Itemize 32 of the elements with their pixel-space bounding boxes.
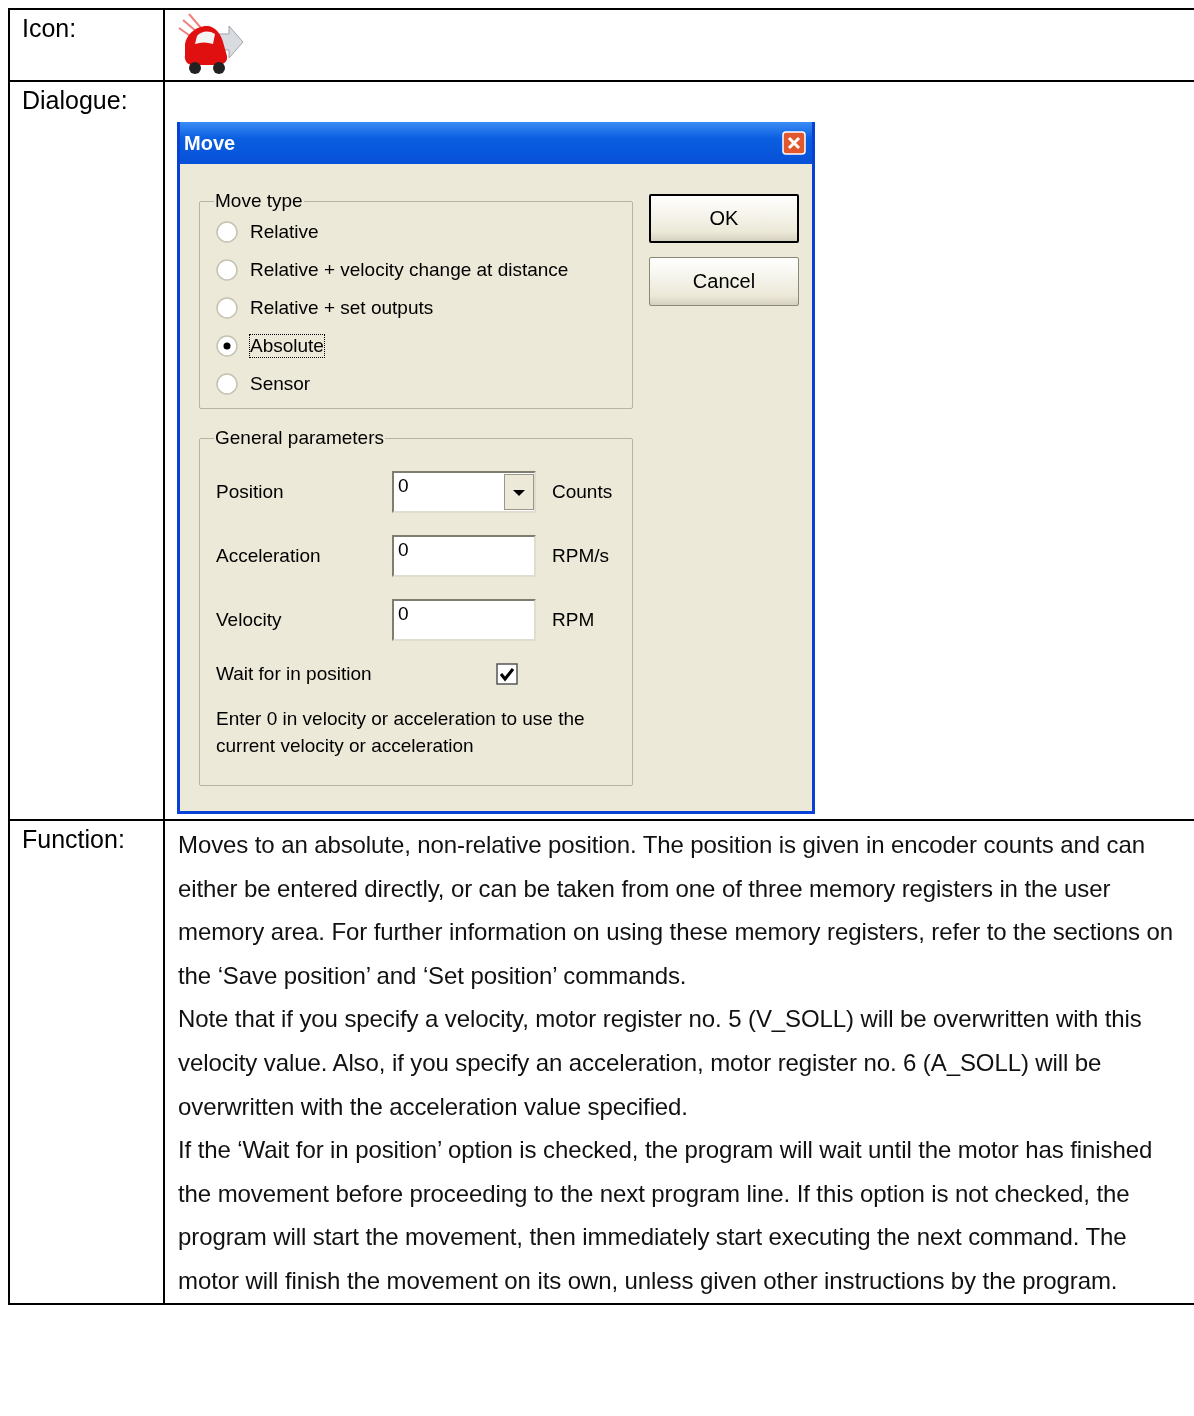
radio-button[interactable] [216,297,238,319]
radio-label[interactable]: Relative [250,221,319,243]
group-title: General parameters [214,427,385,449]
checkbox-label: Wait for in position [216,663,373,685]
window-title: Move [184,131,236,155]
radio-button[interactable] [216,259,238,281]
group-title: Move type [214,190,304,212]
dialog-button[interactable]: OK [649,194,799,243]
checkbox[interactable] [496,663,518,685]
field-label: Acceleration [216,545,322,567]
radio-button[interactable] [216,373,238,395]
radio-label[interactable]: Absolute [250,335,324,357]
field-label: Position [216,481,285,503]
unit-label: Counts [552,481,614,503]
radio-button[interactable] [216,221,238,243]
input-field[interactable]: 0 [392,599,536,641]
dialog-button[interactable]: Cancel [649,257,799,306]
function-description: Moves to an absolute, non-relative position. The position is given in encoder counts and can either be entered directly, or can be taken from one of three memory registers in the user memory area. For further information on using these memory registers, refer to the sections on the ‘Save position’ and ‘Set position’ commands. Note that if you specify a velocity, motor register no. 5 (V_SOLL) will be overwritten with this velocity value. Also, if you specify an acceleration, motor register no. 6 (A_SOLL) will be overwritten with the acceleration value specified. If the ‘Wait for in position’ option is checked, the program will wait until the motor has finished the movement before proceeding to the next program line. If this option is not checked, the program will start the movement, then immediately start executing the next command. The motor will finish the movement on its own, unless given other instructions by the program. [177,830,1175,1296]
radio-label[interactable]: Relative + set outputs [250,297,434,319]
hint-text: Enter 0 in velocity or acceleration to use the current velocity or acceleration [216,707,586,758]
unit-label: RPM/s [552,545,610,567]
input-field[interactable]: 0 [392,535,536,577]
unit-label: RPM [552,609,596,631]
row-label: Function: [22,825,125,853]
close-icon[interactable] [782,131,806,155]
row-label: Icon: [22,14,77,42]
radio-label[interactable]: Relative + velocity change at distance [250,259,569,281]
radio-label[interactable]: Sensor [250,373,311,395]
field-label: Velocity [216,609,283,631]
radio-button[interactable] [216,335,238,357]
dropdown-field[interactable]: 0 [392,471,536,513]
row-label: Dialogue: [22,86,128,114]
